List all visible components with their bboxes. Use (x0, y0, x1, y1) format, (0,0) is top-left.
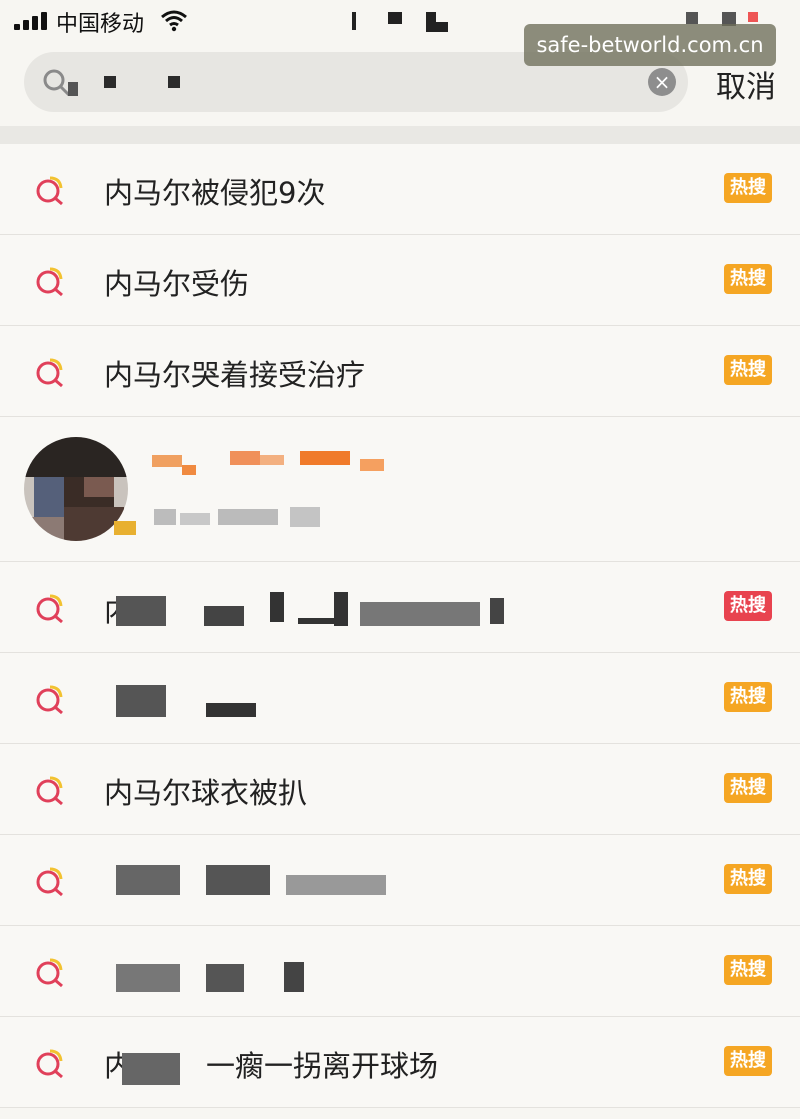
status-time-redacted (426, 12, 436, 32)
hot-badge: 热搜 (724, 591, 772, 621)
suggestion-text-redacted (116, 685, 166, 717)
follower-count-redacted (154, 509, 176, 525)
suggestion-text-redacted (206, 964, 244, 992)
username-redacted (152, 455, 182, 467)
suggestion-text-redacted (270, 592, 284, 622)
username-redacted (360, 459, 384, 471)
watermark-text: safe-betworld.com.cn (524, 24, 776, 66)
list-item[interactable]: 热搜 (0, 926, 800, 1017)
hot-search-icon (36, 685, 63, 715)
hot-search-icon (36, 176, 63, 206)
hot-badge: 热搜 (724, 173, 772, 203)
suggestion-text-redacted (116, 596, 166, 626)
hot-search-icon (36, 594, 63, 624)
suggestion-text: 内马尔被侵犯9次 (104, 176, 326, 210)
clear-button[interactable]: × (648, 68, 676, 96)
search-query-redacted (68, 82, 78, 96)
search-query-redacted (168, 76, 180, 88)
suggestion-text-redacted (122, 1053, 180, 1085)
follower-count-redacted (180, 513, 210, 525)
suggestion-text-redacted (204, 606, 244, 626)
hot-search-icon (36, 358, 63, 388)
search-query-redacted (104, 76, 116, 88)
username-redacted (300, 451, 350, 465)
list-item[interactable]: 内马尔受伤 热搜 (0, 235, 800, 326)
wifi-icon (161, 10, 187, 32)
signal-icon (14, 12, 50, 30)
hot-badge: 热搜 (724, 955, 772, 985)
list-item[interactable]: 热搜 (0, 653, 800, 744)
user-result-row[interactable] (0, 417, 800, 562)
list-item[interactable]: 内马尔被侵犯9次 热搜 (0, 144, 800, 235)
status-time-redacted (352, 12, 356, 30)
suggestion-text-redacted (490, 598, 504, 624)
suggestion-text-redacted (334, 592, 348, 626)
hot-badge: 热搜 (724, 773, 772, 803)
search-input[interactable] (120, 66, 624, 100)
battery-redacted (686, 12, 698, 24)
username-redacted (260, 455, 284, 465)
list-item[interactable]: 内马尔球衣被扒 热搜 (0, 744, 800, 835)
suggestion-text-redacted (116, 964, 180, 992)
hot-badge: 热搜 (724, 682, 772, 712)
suggestion-text: 内马尔哭着接受治疗 (104, 358, 366, 392)
suggestion-text-suffix: 一瘸一拐离开球场 (206, 1049, 439, 1083)
hot-badge: 热搜 (724, 264, 772, 294)
hot-search-icon (36, 1049, 63, 1079)
follower-count-redacted (218, 509, 278, 525)
list-item[interactable]: 热搜 (0, 835, 800, 926)
search-suggestion-list: 内马尔被侵犯9次 热搜 内马尔受伤 热搜 内马尔哭着接受治疗 热搜 热搜 热搜 … (0, 144, 800, 1108)
suggestion-text-redacted (206, 865, 270, 895)
list-item[interactable]: 内马尔哭着接受治疗 热搜 (0, 326, 800, 417)
suggestion-text: 内马尔球衣被扒 (104, 776, 308, 810)
hot-badge: 热搜 (724, 864, 772, 894)
hot-badge: 热搜 (724, 355, 772, 385)
suggestion-text: 内马尔受伤 (104, 267, 250, 301)
suggestion-text-redacted (284, 962, 304, 992)
avatar (24, 437, 128, 541)
hot-badge: 热搜 (724, 1046, 772, 1076)
username-redacted (182, 465, 196, 475)
suggestion-text-redacted (360, 602, 480, 626)
search-page: 中国移动 safe-betworld.com.cn × 取消 内马尔被侵犯9次 … (0, 0, 800, 1119)
list-item[interactable]: 内 一瘸一拐离开球场 热搜 (0, 1017, 800, 1108)
status-time-redacted (436, 22, 448, 32)
suggestion-text-redacted (116, 865, 180, 895)
suggestion-text-redacted (298, 618, 338, 624)
suggestion-text-redacted (206, 703, 256, 717)
list-item[interactable]: 内 热搜 (0, 562, 800, 653)
status-time-redacted (388, 12, 402, 24)
suggestion-text-redacted (286, 875, 386, 895)
hot-search-icon (36, 958, 63, 988)
username-redacted (230, 451, 260, 465)
hot-search-icon (36, 867, 63, 897)
carrier-name: 中国移动 (56, 12, 145, 37)
verified-badge (114, 521, 136, 535)
hot-search-icon (36, 776, 63, 806)
section-divider (0, 126, 800, 144)
battery-redacted (748, 12, 758, 22)
follower-count-redacted (290, 507, 320, 527)
hot-search-icon (36, 267, 63, 297)
cancel-button[interactable]: 取消 (716, 62, 776, 106)
